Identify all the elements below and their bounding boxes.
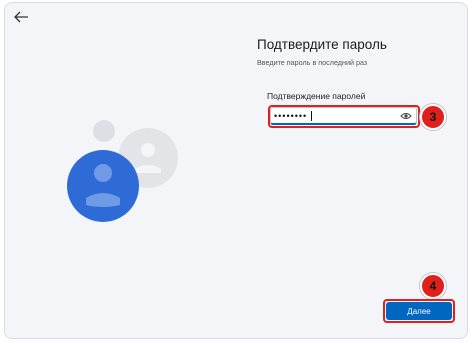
avatar-gray-head [141,143,155,157]
page-subtitle: Введите пароль в последний раз [257,58,368,67]
password-confirm-label: Подтверждение паролей [267,91,366,101]
eye-icon[interactable] [400,111,412,121]
next-button[interactable]: Далее [386,302,452,320]
avatar-main-circle [67,150,139,222]
page-title: Подтвердите пароль [257,37,387,52]
user-avatars-illustration [67,120,178,222]
avatar-main-head [94,164,112,182]
step-badge-4: 4 [420,273,446,299]
password-confirm-input[interactable] [274,109,392,122]
avatar-small-dot [93,120,115,142]
setup-window: Подтвердите пароль Введите пароль в посл… [4,2,468,339]
step-badge-3: 3 [420,104,446,130]
text-caret [311,111,312,121]
password-confirm-field[interactable] [270,107,417,125]
next-button-label: Далее [407,306,431,316]
